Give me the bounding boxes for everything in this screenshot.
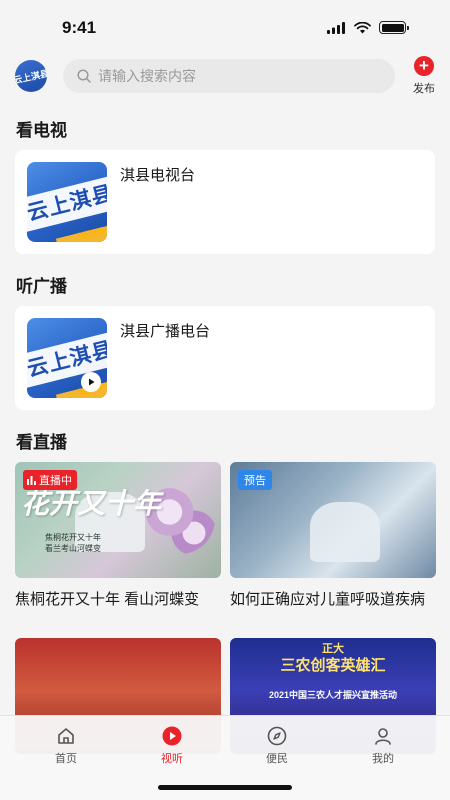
tab-media[interactable]: 视听	[132, 726, 212, 766]
section-title-radio: 听广播	[16, 277, 67, 296]
wifi-icon	[354, 21, 371, 33]
live-badge: 直播中	[23, 470, 77, 490]
tv-station-card[interactable]: 云上淇县 NEWS 淇县电视台	[15, 150, 435, 254]
bar-chart-icon	[27, 475, 36, 485]
battery-icon	[379, 21, 409, 34]
top-bar: 云上淇县 请输入搜索内容 + 发布	[0, 56, 450, 100]
user-icon	[375, 728, 391, 745]
tv-station-name: 淇县电视台	[120, 167, 196, 184]
radio-station-name: 淇县广播电台	[120, 323, 211, 340]
tv-station-thumbnail: 云上淇县 NEWS	[27, 162, 107, 242]
live-thumbnail: 花开又十年 焦桐花开又十年 看兰考山河蝶变 直播中	[15, 462, 221, 578]
live-item-title: 焦桐花开又十年 看山河蝶变	[15, 591, 200, 608]
plus-icon: +	[414, 56, 434, 76]
status-time: 9:41	[62, 18, 97, 37]
tab-services[interactable]: 便民	[237, 726, 317, 766]
thumb-sub-1: 焦桐花开又十年	[45, 533, 101, 542]
play-icon	[81, 372, 101, 392]
avatar[interactable]: 云上淇县	[15, 60, 47, 92]
home-indicator	[158, 785, 292, 790]
search-icon	[77, 69, 91, 83]
tab-label-profile: 我的	[372, 753, 394, 765]
compass-icon	[267, 726, 287, 746]
live-item-title: 如何正确应对儿童呼吸道疾病	[230, 591, 426, 608]
radio-station-thumbnail: 云上淇县 NEWS	[27, 318, 107, 398]
live-item[interactable]: 预告 如何正确应对儿童呼吸道疾病	[230, 462, 436, 609]
tab-profile[interactable]: 我的	[343, 726, 423, 766]
preview-badge: 预告	[238, 470, 272, 490]
section-title-live: 看直播	[16, 433, 67, 452]
home-icon	[58, 728, 74, 744]
search-input[interactable]: 请输入搜索内容	[63, 59, 395, 93]
search-placeholder: 请输入搜索内容	[98, 68, 196, 84]
status-icons	[327, 21, 409, 34]
live-badge-label: 直播中	[39, 475, 72, 487]
avatar-text: 云上淇县	[15, 67, 47, 86]
publish-label: 发布	[413, 83, 435, 95]
tab-label-media: 视听	[161, 753, 183, 765]
stage-title-text: 三农创客英雄汇	[280, 657, 386, 674]
thumb-sub-2: 看兰考山河蝶变	[45, 544, 101, 553]
tab-label-home: 首页	[55, 753, 77, 765]
tab-home[interactable]: 首页	[26, 726, 106, 766]
tab-label-services: 便民	[266, 753, 288, 765]
publish-button[interactable]: + 发布	[410, 56, 438, 96]
radio-station-card[interactable]: 云上淇县 NEWS 淇县广播电台	[15, 306, 435, 410]
stage-sub-text: 2021中国三农人才振兴宣推活动	[268, 690, 398, 700]
live-item[interactable]: 花开又十年 焦桐花开又十年 看兰考山河蝶变 直播中 焦桐花开又十年 看山河蝶变	[15, 462, 221, 609]
status-bar: 9:41	[0, 0, 450, 54]
play-icon	[162, 726, 182, 746]
live-thumbnail: 预告	[230, 462, 436, 578]
signal-icon	[327, 21, 345, 34]
section-title-tv: 看电视	[16, 121, 67, 140]
